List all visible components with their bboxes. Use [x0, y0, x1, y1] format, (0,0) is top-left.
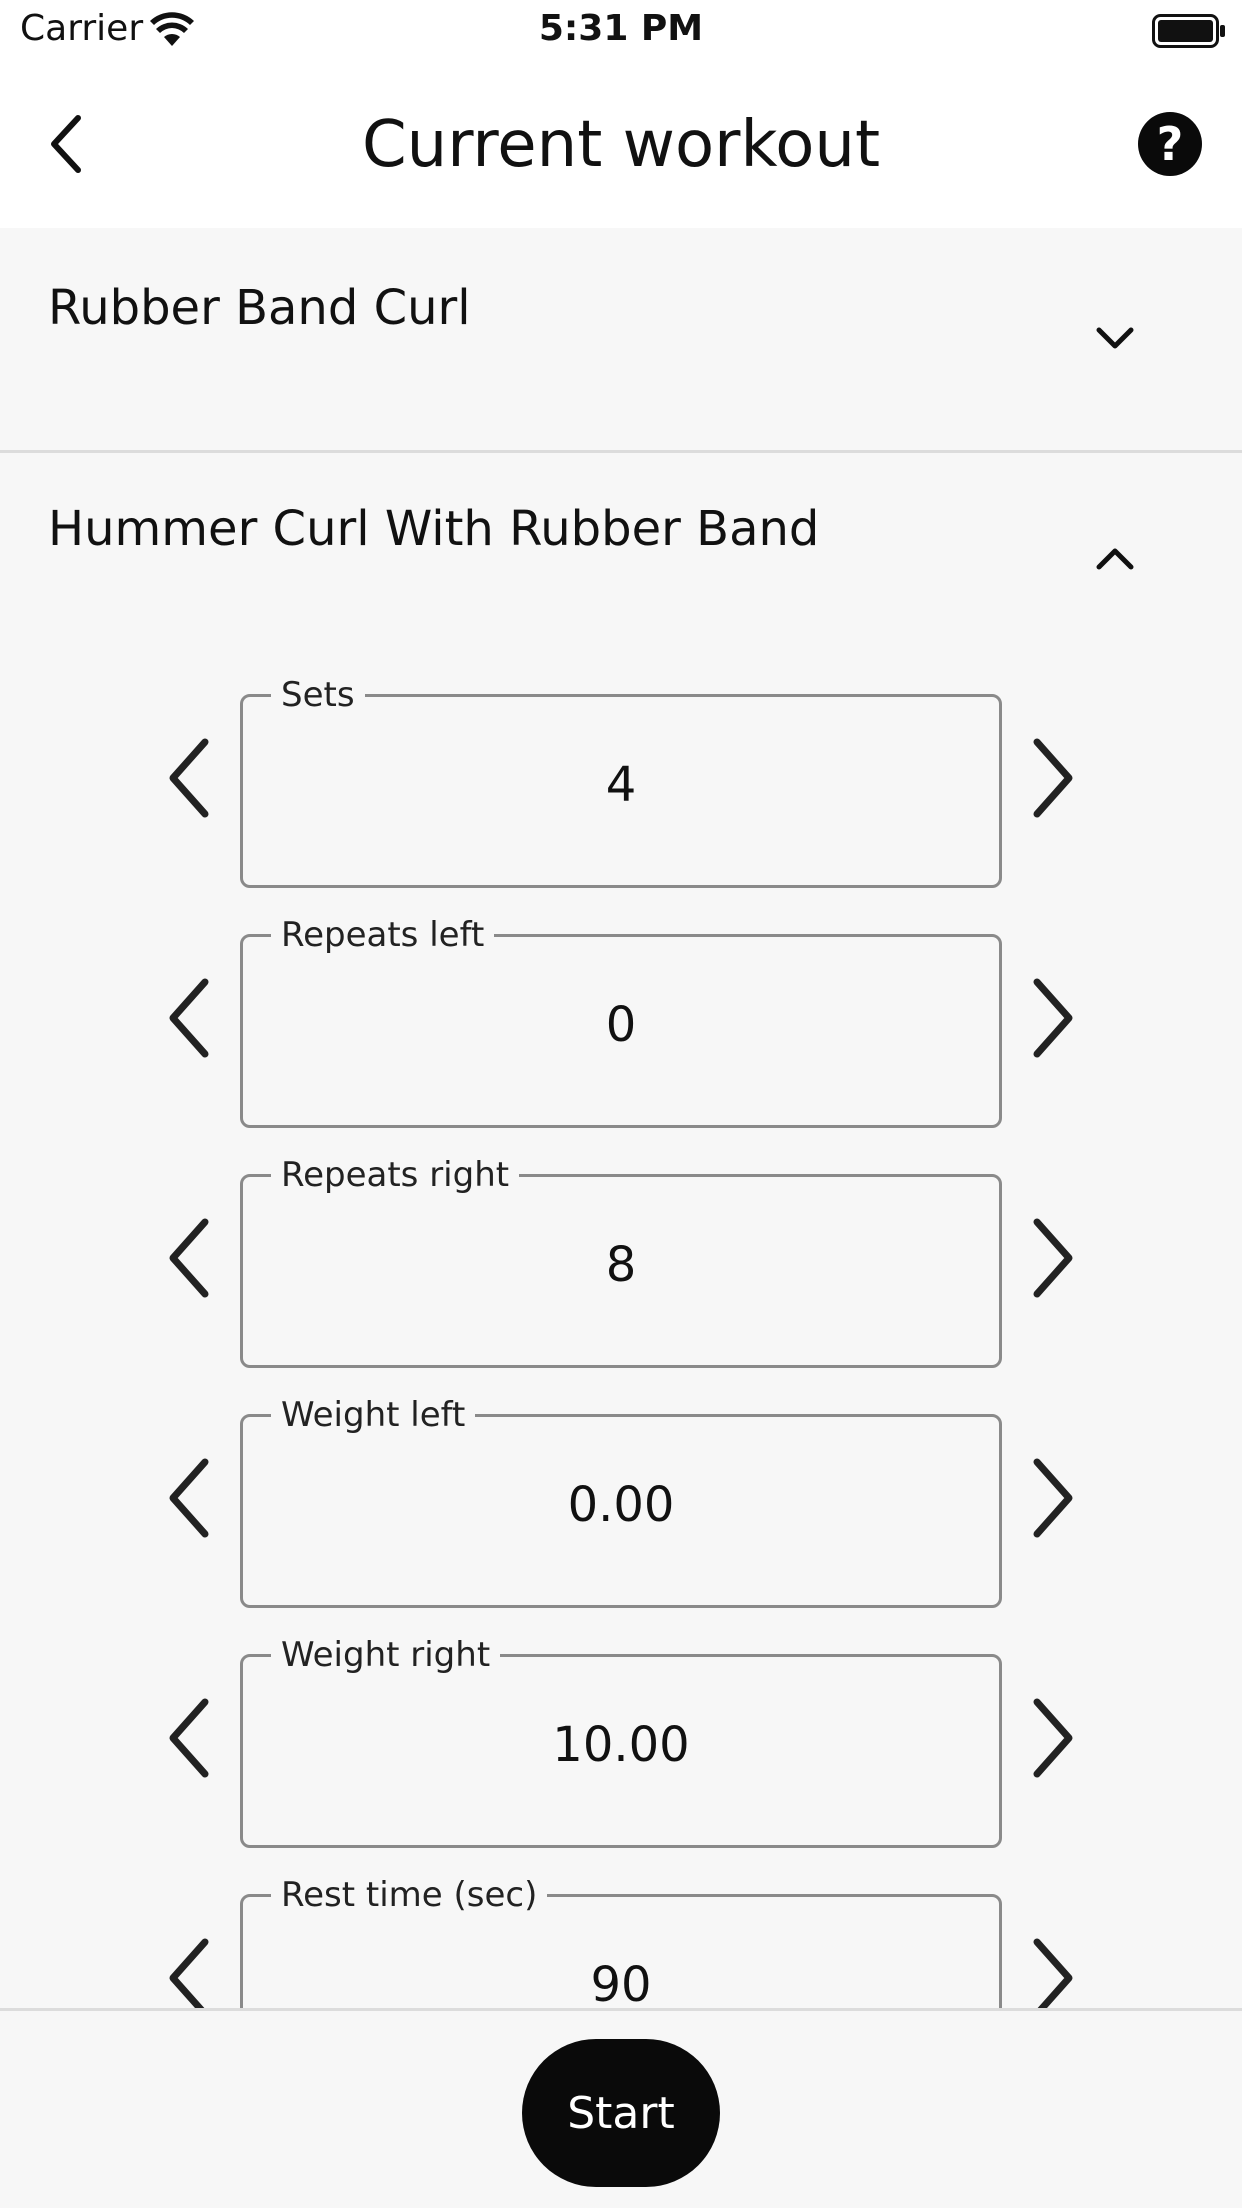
exercise-title: Hummer Curl With Rubber Band: [48, 501, 820, 557]
bottom-bar: Start: [0, 2008, 1242, 2208]
app-bar: Current workout ?: [0, 64, 1242, 228]
decrement-button[interactable]: [160, 1688, 220, 1788]
field-repeats-left: Repeats left 0: [0, 913, 1242, 1128]
sets-field[interactable]: Sets 4: [240, 673, 1002, 888]
field-label: Weight right: [271, 1633, 501, 1677]
increment-button[interactable]: [1022, 1208, 1082, 1308]
weight-right-field[interactable]: Weight right 10.00: [240, 1633, 1002, 1848]
field-label: Sets: [271, 673, 365, 717]
help-circle-icon: ?: [1156, 117, 1184, 171]
chevron-right-icon: [1033, 1698, 1073, 1778]
weight-left-field[interactable]: Weight left 0.00: [240, 1393, 1002, 1608]
decrement-button[interactable]: [160, 1928, 220, 2008]
chevron-left-icon: [169, 1458, 209, 1538]
chevron-left-icon: [169, 978, 209, 1058]
exercise-title: Rubber Band Curl: [48, 280, 471, 336]
chevron-left-icon: [169, 738, 209, 818]
start-button[interactable]: Start: [522, 2039, 720, 2187]
chevron-up-icon[interactable]: [1095, 547, 1135, 571]
chevron-right-icon: [1033, 1458, 1073, 1538]
help-button[interactable]: ?: [1138, 112, 1202, 176]
chevron-down-icon[interactable]: [1095, 326, 1135, 350]
field-value[interactable]: 10.00: [243, 1717, 999, 1773]
decrement-button[interactable]: [160, 1208, 220, 1308]
rest-time-field[interactable]: Rest time (sec) 90: [240, 1873, 1002, 2008]
field-weight-left: Weight left 0.00: [0, 1393, 1242, 1608]
field-value[interactable]: 90: [243, 1957, 999, 2008]
chevron-right-icon: [1033, 1218, 1073, 1298]
field-weight-right: Weight right 10.00: [0, 1633, 1242, 1848]
chevron-left-icon: [169, 1698, 209, 1778]
page-title: Current workout: [361, 108, 881, 182]
chevron-left-icon: [169, 1938, 209, 2008]
field-value[interactable]: 0.00: [243, 1477, 999, 1533]
repeats-right-field[interactable]: Repeats right 8: [240, 1153, 1002, 1368]
chevron-right-icon: [1033, 1938, 1073, 2008]
field-label: Repeats left: [271, 913, 495, 957]
increment-button[interactable]: [1022, 1448, 1082, 1548]
exercise-list[interactable]: Rubber Band Curl Hummer Curl With Rubber…: [0, 228, 1242, 2008]
decrement-button[interactable]: [160, 728, 220, 828]
field-value[interactable]: 4: [243, 757, 999, 813]
field-label: Weight left: [271, 1393, 476, 1437]
field-sets: Sets 4: [0, 673, 1242, 888]
chevron-right-icon: [1033, 978, 1073, 1058]
exercise-header-rubber-band-curl[interactable]: Rubber Band Curl: [0, 228, 1242, 450]
repeats-left-field[interactable]: Repeats left 0: [240, 913, 1002, 1128]
increment-button[interactable]: [1022, 1688, 1082, 1788]
increment-button[interactable]: [1022, 968, 1082, 1068]
field-label: Repeats right: [271, 1153, 520, 1197]
exercise-header-hummer-curl[interactable]: Hummer Curl With Rubber Band: [0, 453, 1242, 593]
decrement-button[interactable]: [160, 968, 220, 1068]
clock-label: 5:31 PM: [538, 8, 704, 49]
chevron-left-icon: [169, 1218, 209, 1298]
increment-button[interactable]: [1022, 728, 1082, 828]
field-value[interactable]: 8: [243, 1237, 999, 1293]
increment-button[interactable]: [1022, 1928, 1082, 2008]
field-rest-time: Rest time (sec) 90: [0, 1873, 1242, 2008]
field-repeats-right: Repeats right 8: [0, 1153, 1242, 1368]
field-label: Rest time (sec): [271, 1873, 548, 1917]
status-bar: Carrier 5:31 PM: [0, 0, 1242, 64]
chevron-right-icon: [1033, 738, 1073, 818]
battery-icon: [1152, 14, 1225, 48]
field-value[interactable]: 0: [243, 997, 999, 1053]
decrement-button[interactable]: [160, 1448, 220, 1548]
